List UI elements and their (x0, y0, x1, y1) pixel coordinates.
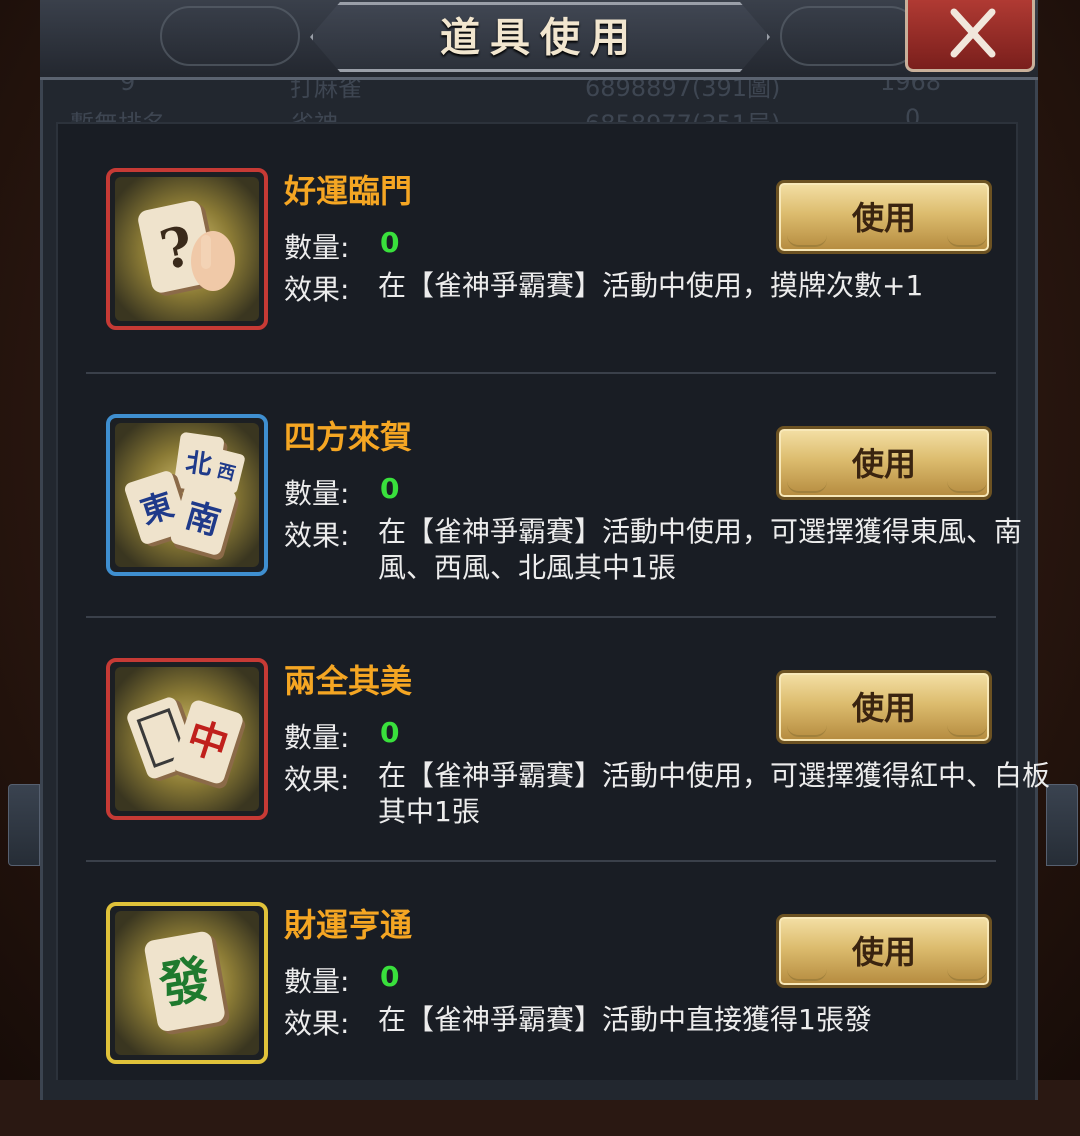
effect-text: 在【雀神爭霸賽】活動中使用，可選擇獲得紅中、白板其中1張 (378, 759, 1051, 828)
dragon-tiles-icon: 中 (115, 667, 259, 811)
wind-tiles-icon: 北 西 東 南 (115, 423, 259, 567)
effect-label: 效果: (284, 763, 350, 796)
effect-text: 在【雀神爭霸賽】活動中使用，可選擇獲得東風、南風、西風、北風其中1張 (378, 515, 1023, 584)
item-icon-frame: ? (106, 168, 268, 330)
use-button[interactable]: 使用 (776, 914, 992, 988)
item-name: 兩全其美 (284, 662, 413, 700)
item-icon-frame: 中 (106, 658, 268, 820)
lucky-tile-icon: ? (115, 177, 259, 321)
button-flourish (787, 235, 827, 247)
item-divider (86, 372, 996, 374)
item-name: 好運臨門 (284, 172, 413, 210)
quantity-label: 數量: (284, 965, 350, 998)
close-icon (950, 8, 996, 58)
header-ornament-left (160, 6, 300, 66)
use-button[interactable]: 使用 (776, 670, 992, 744)
effect-label: 效果: (284, 273, 350, 306)
button-flourish (947, 725, 987, 737)
item-row: 北 西 東 南 四方來賀 數量: 0 效果: 在【雀神爭霸賽】活動中使用，可選擇… (86, 408, 1022, 648)
item-icon-frame: 發 (106, 902, 268, 1064)
quantity-label: 數量: (284, 721, 350, 754)
item-divider (86, 860, 996, 862)
item-divider (86, 616, 996, 618)
item-row: ? 好運臨門 數量: 0 效果: 在【雀神爭霸賽】活動中使用，摸牌次數+1 使用 (86, 162, 996, 402)
use-button[interactable]: 使用 (776, 180, 992, 254)
item-name: 財運亨通 (284, 906, 413, 944)
quantity-value: 0 (380, 472, 400, 505)
button-flourish (947, 969, 987, 981)
button-flourish (787, 969, 827, 981)
item-row: 發 財運亨通 數量: 0 效果: 在【雀神爭霸賽】活動中直接獲得1張發 使用 (86, 896, 996, 1136)
quantity-value: 0 (380, 226, 400, 259)
button-flourish (947, 235, 987, 247)
dialog-title: 道具使用 (440, 14, 640, 61)
svg-text:發: 發 (154, 948, 214, 1015)
effect-label: 效果: (284, 1007, 350, 1040)
item-row: 中 兩全其美 數量: 0 效果: 在【雀神爭霸賽】活動中使用，可選擇獲得紅中、白… (86, 652, 1050, 892)
fa-tile-icon: 發 (115, 911, 259, 1055)
use-button[interactable]: 使用 (776, 426, 992, 500)
header-ornament-right (780, 6, 920, 66)
effect-text: 在【雀神爭霸賽】活動中使用，摸牌次數+1 (378, 269, 924, 302)
quantity-value: 0 (380, 960, 400, 993)
close-button[interactable] (905, 0, 1035, 72)
quantity-value: 0 (380, 716, 400, 749)
quantity-label: 數量: (284, 231, 350, 264)
quantity-label: 數量: (284, 477, 350, 510)
button-flourish (787, 725, 827, 737)
button-flourish (947, 481, 987, 493)
button-flourish (787, 481, 827, 493)
item-name: 四方來賀 (284, 418, 413, 456)
effect-text: 在【雀神爭霸賽】活動中直接獲得1張發 (378, 1003, 872, 1036)
item-icon-frame: 北 西 東 南 (106, 414, 268, 576)
svg-text:北: 北 (184, 448, 214, 481)
effect-label: 效果: (284, 519, 350, 552)
left-side-tab[interactable] (8, 784, 40, 866)
